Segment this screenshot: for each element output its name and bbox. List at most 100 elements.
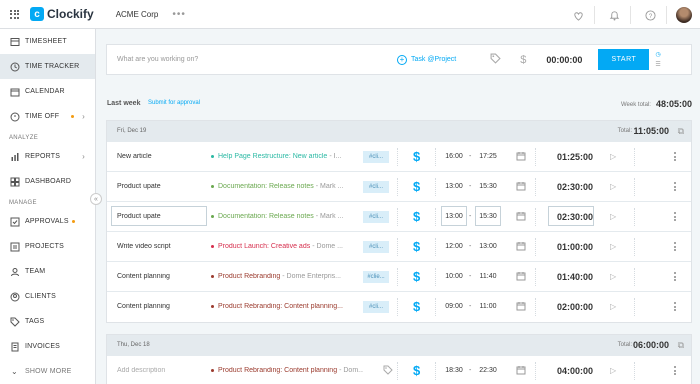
play-icon[interactable]: ▷ [610,212,616,221]
gift-icon[interactable] [568,5,588,25]
entry-tag[interactable]: #cli... [363,150,389,163]
more-options-icon[interactable] [673,301,677,313]
billable-icon[interactable]: $ [413,299,420,314]
entry-duration[interactable]: 02:00:00 [552,302,598,312]
start-time[interactable]: 09:00 [444,303,464,310]
start-button[interactable]: START [598,49,650,70]
sidebar-item-approvals[interactable]: APPROVALS [0,209,95,234]
user-avatar[interactable] [676,7,692,23]
start-time[interactable]: 12:00 [444,243,464,250]
start-time[interactable]: 10:00 [444,273,464,280]
start-time[interactable]: 18:30 [444,367,464,374]
timer-display[interactable]: 00:00:00 [546,55,582,65]
entry-description[interactable]: Add description [117,367,207,374]
sidebar-item-clients[interactable]: CLIENTS [0,284,95,309]
entry-description[interactable]: Write video script [117,243,207,250]
manual-mode-icon[interactable]: ☰ [655,60,660,70]
entry-project[interactable]: Product Rebranding: Content planning - Do… [211,367,363,374]
app-logo[interactable]: c Clockify [30,7,94,21]
calendar-icon[interactable] [516,181,526,193]
more-options-icon[interactable] [673,365,677,377]
play-icon[interactable]: ▷ [610,272,616,281]
sidebar-item-team[interactable]: TEAM [0,259,95,284]
calendar-icon[interactable] [516,151,526,163]
entry-duration[interactable]: 01:40:00 [552,272,598,282]
end-time[interactable]: 13:00 [478,243,498,250]
apps-grid-icon[interactable] [10,9,19,19]
bell-icon[interactable] [604,5,624,25]
entry-tag[interactable]: #clie... [363,270,389,283]
calendar-icon[interactable] [516,211,526,223]
entry-tag[interactable]: #cli... [363,240,389,253]
help-icon[interactable]: ? [640,5,660,25]
more-options-icon[interactable] [673,181,677,193]
start-time[interactable]: 13:00 [444,183,464,190]
description-input[interactable]: What are you working on? [107,56,397,63]
select-project-button[interactable]: + Task @Project [397,54,456,65]
submit-for-approval-link[interactable]: Submit for approval [148,100,200,106]
calendar-icon[interactable] [516,241,526,253]
billable-icon[interactable]: $ [520,54,526,66]
entry-description[interactable]: Content planning [117,303,207,310]
calendar-icon[interactable] [516,365,526,377]
sidebar-item-invoices[interactable]: INVOICES [0,334,95,359]
billable-icon[interactable]: $ [413,179,420,194]
sidebar-item-time-off[interactable]: TIME OFF › [0,104,95,129]
tag-icon[interactable] [490,53,501,67]
sidebar-item-timesheet[interactable]: TIMESHEET [0,29,95,54]
entry-description[interactable]: New article [117,153,207,160]
end-time[interactable]: 15:30 [478,183,498,190]
more-options-icon[interactable] [673,271,677,283]
billable-icon[interactable]: $ [413,239,420,254]
sidebar-item-dashboard[interactable]: DASHBOARD [0,169,95,194]
more-options-icon[interactable] [673,151,677,163]
more-options-icon[interactable] [673,211,677,223]
end-time[interactable]: 17:25 [478,153,498,160]
end-time[interactable]: 11:00 [478,303,498,310]
entry-tag[interactable]: #cli... [363,180,389,193]
workspace-name[interactable]: ACME Corp [116,10,159,19]
entry-project[interactable]: Documentation: Release notes - Mark ... [211,213,363,220]
entry-duration[interactable]: 02:30:00 [552,212,598,222]
entry-duration[interactable]: 01:25:00 [552,152,598,162]
play-icon[interactable]: ▷ [610,152,616,161]
entry-duration[interactable]: 01:00:00 [552,242,598,252]
billable-icon[interactable]: $ [413,363,420,378]
end-time[interactable]: 15:30 [478,213,498,220]
end-time[interactable]: 22:30 [478,367,498,374]
sidebar-item-tags[interactable]: TAGS [0,309,95,334]
sidebar-item-calendar[interactable]: CALENDAR [0,79,95,104]
play-icon[interactable]: ▷ [610,302,616,311]
entry-duration[interactable]: 04:00:00 [552,366,598,376]
bulk-edit-icon[interactable]: ⧉ [678,340,684,351]
billable-icon[interactable]: $ [413,149,420,164]
start-time[interactable]: 13:00 [444,213,464,220]
workspace-menu-icon[interactable]: ••• [172,9,186,20]
play-icon[interactable]: ▷ [610,182,616,191]
billable-icon[interactable]: $ [413,269,420,284]
entry-project[interactable]: Documentation: Release notes - Mark ... [211,183,363,190]
bulk-edit-icon[interactable]: ⧉ [678,126,684,137]
entry-tag[interactable]: #cli... [363,210,389,223]
tag-icon[interactable] [383,365,393,377]
entry-description[interactable]: Product upate [117,213,207,220]
start-time[interactable]: 16:00 [444,153,464,160]
entry-project[interactable]: Product Launch: Creative ads - Dome ... [211,243,363,250]
end-time[interactable]: 11:40 [478,273,498,280]
sidebar-item-reports[interactable]: REPORTS › [0,144,95,169]
more-options-icon[interactable] [673,241,677,253]
billable-icon[interactable]: $ [413,209,420,224]
entry-project[interactable]: Product Rebranding: Content planning... [211,303,363,310]
entry-project[interactable]: Help Page Restructure: New article - I... [211,153,363,160]
collapse-sidebar-icon[interactable]: « [90,193,102,205]
calendar-icon[interactable] [516,301,526,313]
timer-mode-icon[interactable]: ◷ [655,50,660,60]
sidebar-item-projects[interactable]: PROJECTS [0,234,95,259]
entry-description[interactable]: Product upate [117,183,207,190]
calendar-icon[interactable] [516,271,526,283]
entry-description[interactable]: Content planning [117,273,207,280]
mode-toggle[interactable]: ◷ ☰ [655,50,660,70]
play-icon[interactable]: ▷ [610,366,616,375]
entry-duration[interactable]: 02:30:00 [552,182,598,192]
sidebar-item-time-tracker[interactable]: TIME TRACKER [0,54,95,79]
